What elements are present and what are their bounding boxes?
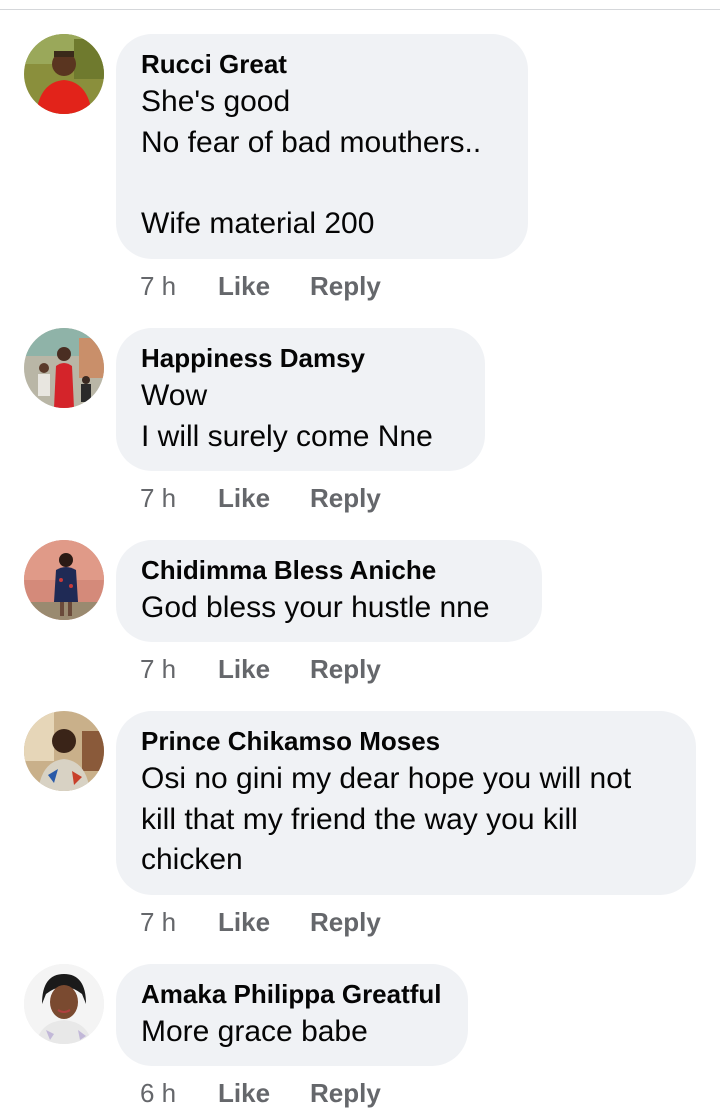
comment-time[interactable]: 7 h <box>140 906 176 938</box>
like-button[interactable]: Like <box>218 270 270 302</box>
comment-text: She's good No fear of bad mouthers.. Wif… <box>141 85 482 240</box>
comment-bubble: Rucci Great She's good No fear of bad mo… <box>116 34 528 259</box>
reply-button[interactable]: Reply <box>310 270 381 302</box>
avatar-photo-icon <box>24 540 104 620</box>
comment-author[interactable]: Happiness Damsy <box>141 342 459 374</box>
comment-bubble: Happiness Damsy Wow I will surely come N… <box>116 328 485 471</box>
avatar-photo-icon <box>24 711 104 791</box>
comment-author[interactable]: Prince Chikamso Moses <box>141 725 670 757</box>
avatar-photo-icon <box>24 328 104 408</box>
avatar[interactable] <box>24 711 104 791</box>
reply-button[interactable]: Reply <box>310 1077 381 1109</box>
comment-author[interactable]: Amaka Philippa Greatful <box>141 978 442 1010</box>
avatar[interactable] <box>24 34 104 114</box>
comment-author[interactable]: Chidimma Bless Aniche <box>141 554 516 586</box>
comment-time[interactable]: 6 h <box>140 1077 176 1109</box>
comment-bubble: Prince Chikamso Moses Osi no gini my dea… <box>116 711 696 895</box>
reply-button[interactable]: Reply <box>310 653 381 685</box>
reply-button[interactable]: Reply <box>310 906 381 938</box>
comment-text: More grace babe <box>141 1015 368 1048</box>
avatar-photo-icon <box>24 964 104 1044</box>
reply-button[interactable]: Reply <box>310 482 381 514</box>
comment-text: Osi no gini my dear hope you will not ki… <box>141 762 632 876</box>
comment-text: God bless your hustle nne <box>141 591 490 624</box>
like-button[interactable]: Like <box>218 482 270 514</box>
like-button[interactable]: Like <box>218 906 270 938</box>
comment-bubble: Amaka Philippa Greatful More grace babe <box>116 964 468 1066</box>
avatar[interactable] <box>24 964 104 1044</box>
avatar[interactable] <box>24 328 104 408</box>
like-button[interactable]: Like <box>218 653 270 685</box>
like-button[interactable]: Like <box>218 1077 270 1109</box>
comment-time[interactable]: 7 h <box>140 653 176 685</box>
avatar[interactable] <box>24 540 104 620</box>
top-divider <box>0 9 720 10</box>
avatar-photo-icon <box>24 34 104 114</box>
comment-author[interactable]: Rucci Great <box>141 48 502 80</box>
comment-text: Wow I will surely come Nne <box>141 379 433 453</box>
comment-time[interactable]: 7 h <box>140 270 176 302</box>
comment-time[interactable]: 7 h <box>140 482 176 514</box>
comment-bubble: Chidimma Bless Aniche God bless your hus… <box>116 540 542 642</box>
